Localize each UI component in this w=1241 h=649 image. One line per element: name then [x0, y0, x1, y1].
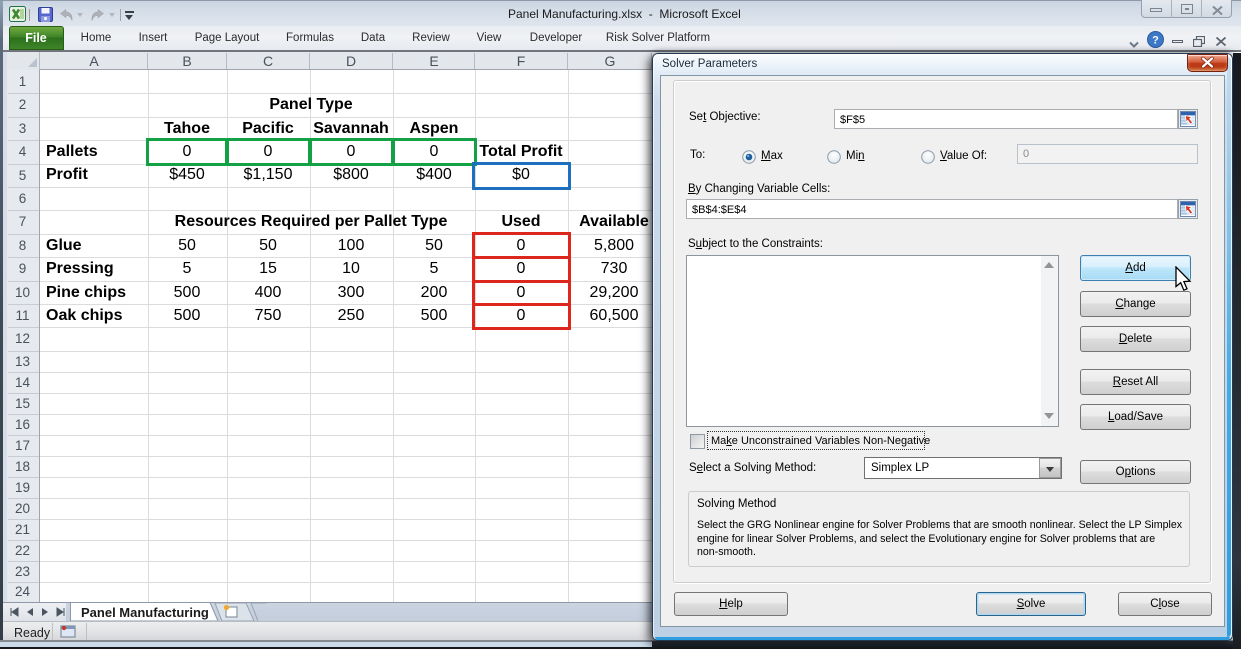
svg-text:?: ? [1152, 35, 1159, 47]
